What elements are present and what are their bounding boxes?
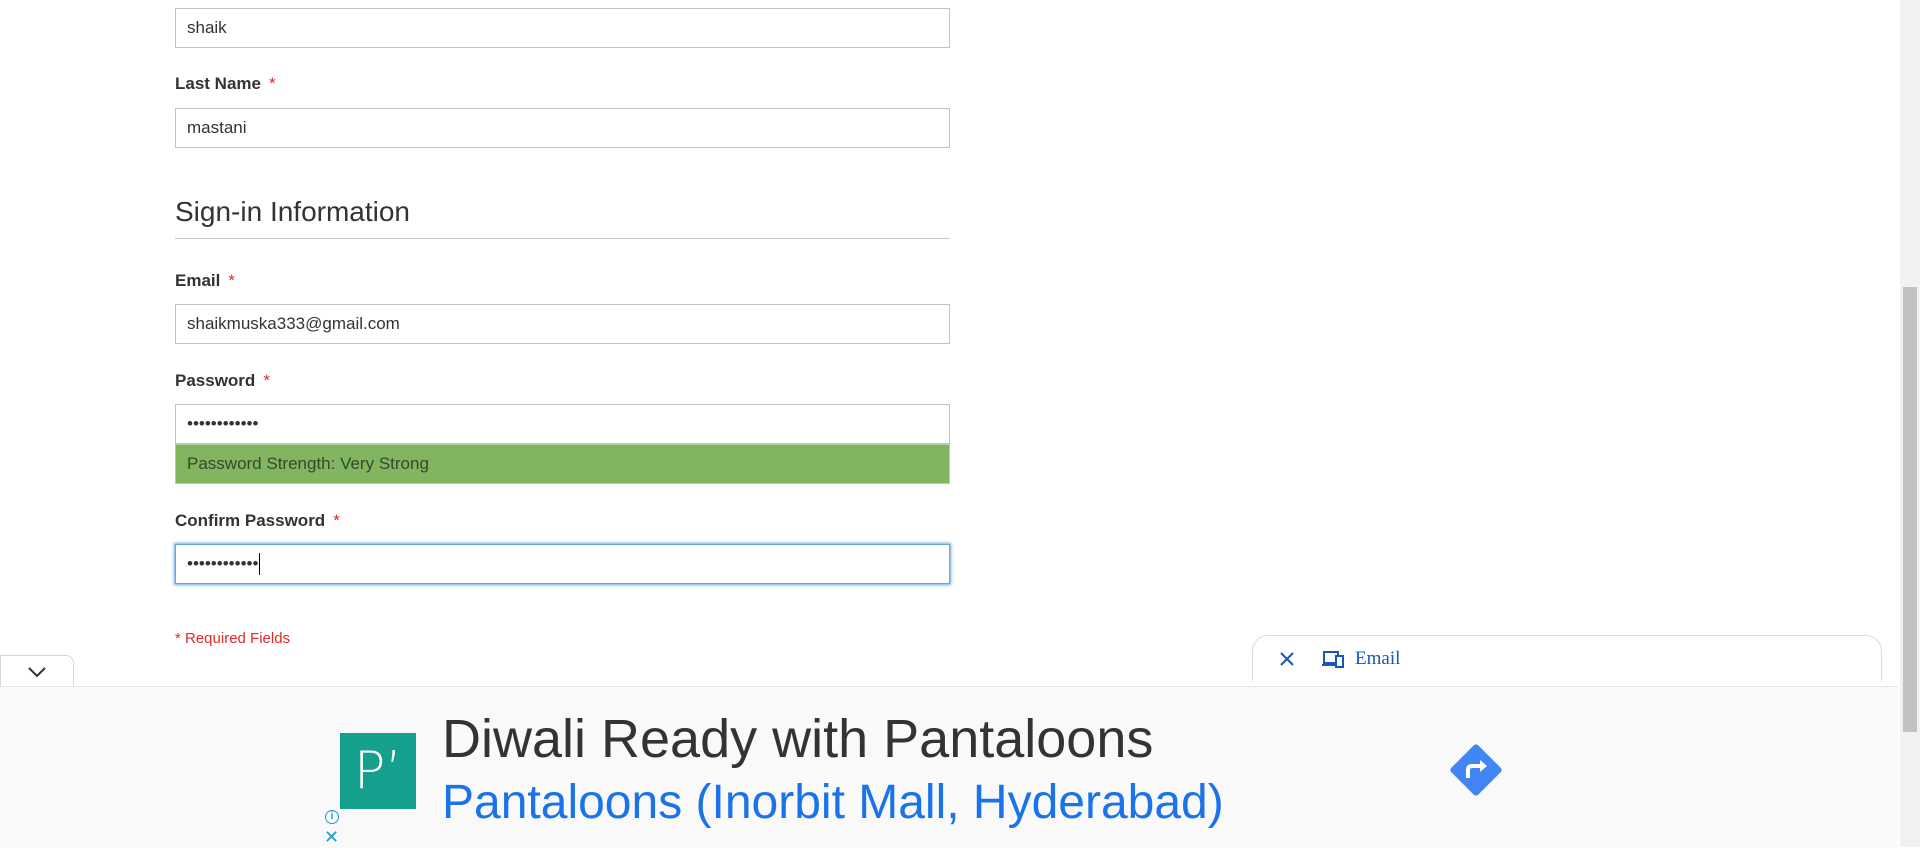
required-asterisk: * — [333, 511, 340, 530]
last-name-value: mastani — [187, 118, 247, 137]
ad-collapse-button[interactable] — [0, 655, 74, 688]
required-asterisk: * — [228, 271, 235, 290]
ad-title[interactable]: Diwali Ready with Pantaloons — [442, 708, 1153, 770]
required-asterisk: * — [268, 74, 276, 93]
confirm-password-value: •••••••••••• — [187, 554, 259, 573]
first-name-input[interactable]: shaik — [175, 8, 950, 48]
required-fields-note: * Required Fields — [175, 630, 291, 647]
scrollbar[interactable] — [1900, 0, 1920, 847]
close-icon[interactable]: ✕ — [324, 828, 339, 846]
close-icon[interactable] — [1275, 647, 1299, 671]
scrollbar-thumb[interactable] — [1903, 287, 1917, 732]
confirm-password-label: Confirm Password * — [175, 511, 340, 531]
ad-logo[interactable]: P’ — [340, 733, 416, 809]
email-input[interactable]: shaikmuska333@gmail.com — [175, 304, 950, 344]
password-label-text: Password — [175, 371, 256, 390]
email-value: shaikmuska333@gmail.com — [187, 314, 400, 333]
required-asterisk: * — [263, 371, 270, 390]
ad-subtitle[interactable]: Pantaloons (Inorbit Mall, Hyderabad) — [442, 775, 1224, 830]
last-name-input[interactable]: mastani — [175, 108, 950, 148]
autofill-toast: Email — [1252, 635, 1882, 681]
confirm-password-label-text: Confirm Password — [175, 511, 326, 530]
password-value: •••••••••••• — [187, 414, 259, 433]
section-title: Sign-in Information — [175, 196, 950, 239]
password-label: Password * — [175, 371, 270, 391]
devices-icon — [1321, 647, 1347, 671]
text-caret — [259, 553, 261, 575]
info-icon[interactable]: i — [325, 810, 339, 824]
email-label-text: Email — [175, 271, 221, 290]
directions-icon[interactable] — [1446, 740, 1506, 800]
password-input[interactable]: •••••••••••• — [175, 404, 950, 444]
last-name-label-text: Last Name — [175, 74, 261, 93]
chevron-down-icon — [28, 667, 46, 678]
first-name-value: shaik — [187, 18, 227, 37]
email-label: Email * — [175, 271, 235, 291]
autofill-email-label[interactable]: Email — [1355, 648, 1400, 670]
confirm-password-input[interactable]: •••••••••••• — [175, 544, 950, 584]
last-name-label: Last Name * — [175, 74, 276, 94]
password-strength-meter: Password Strength: Very Strong — [175, 444, 950, 484]
